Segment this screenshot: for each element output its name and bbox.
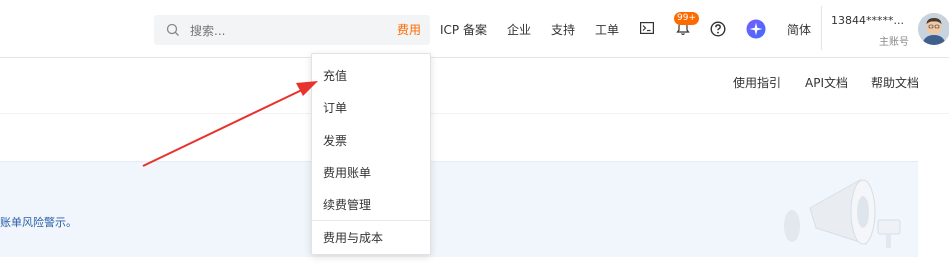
usage-guide-link[interactable]: 使用指引 [733,74,781,91]
menu-item-bills[interactable]: 费用账单 [323,164,371,181]
nav-ticket[interactable]: 工单 [595,21,619,38]
menu-item-renewal[interactable]: 续费管理 [323,196,371,213]
account-name[interactable]: 13844*****... [831,14,904,27]
avatar[interactable] [918,13,949,45]
account-role: 主账号 [879,37,909,48]
megaphone-illustration [784,179,901,248]
nav-support[interactable]: 支持 [551,21,575,38]
search-icon [166,23,179,36]
nav-enterprise[interactable]: 企业 [507,21,531,38]
search-box[interactable] [154,15,430,47]
sparkle-icon[interactable] [746,19,766,39]
banner-text: 账单风险警示。 [0,216,77,229]
menu-item-orders[interactable]: 订单 [323,99,347,116]
help-icon[interactable] [710,21,726,37]
risk-alert-banner: 账单风险警示。 [0,161,918,257]
section-divider [0,113,949,114]
nav-icp-filing[interactable]: ICP 备案 [440,21,487,38]
divider [821,6,822,50]
language-switch[interactable]: 简体 [787,21,811,38]
terminal-icon[interactable] [640,22,654,34]
billing-dropdown-menu: 充值 订单 发票 费用账单 续费管理 费用与成本 [311,53,431,255]
notification-badge: 99+ [674,12,699,25]
search-input[interactable] [188,15,422,47]
top-navigation-bar: 费用 ICP 备案 企业 支持 工单 99+ 简体 13844*****... … [0,0,949,58]
help-docs-link[interactable]: 帮助文档 [871,74,919,91]
nav-billing[interactable]: 费用 [397,21,421,38]
menu-item-invoices[interactable]: 发票 [323,132,347,149]
api-docs-link[interactable]: API文档 [805,74,848,91]
menu-item-recharge[interactable]: 充值 [323,67,347,84]
menu-item-costs[interactable]: 费用与成本 [323,229,383,246]
menu-divider [312,220,430,221]
